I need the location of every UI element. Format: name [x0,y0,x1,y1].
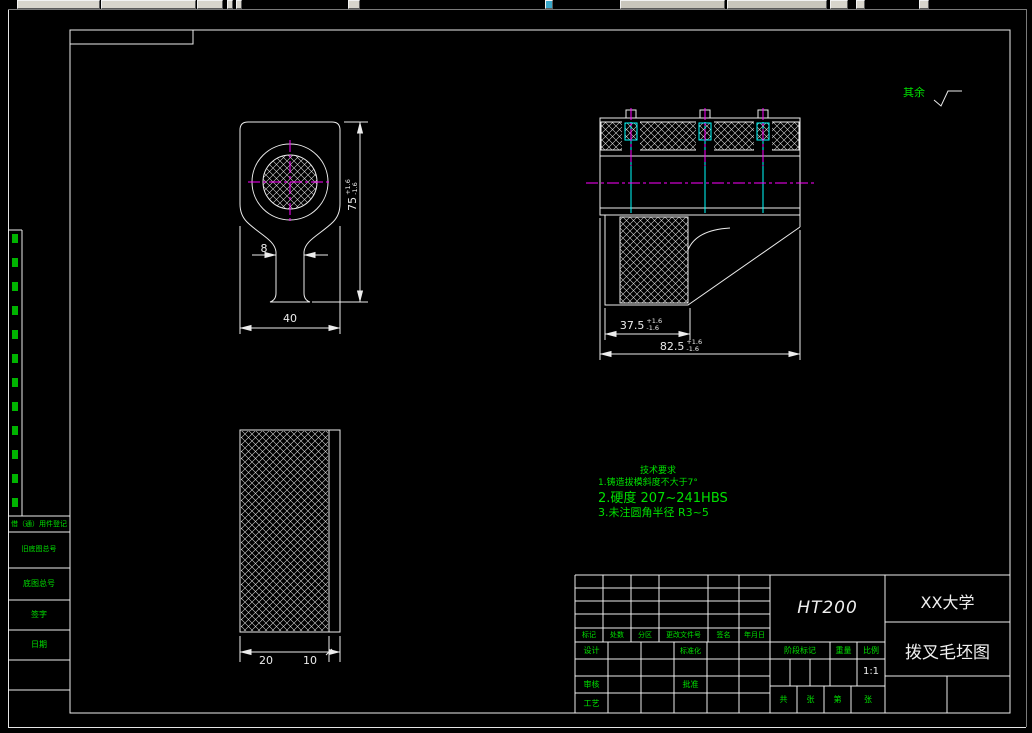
side-view-geometry [239,429,341,662]
dim-front-neck: 8 [256,243,272,254]
title-block-header-doc: 更改文件号 [666,631,701,639]
dim-value: 37.5 [619,318,645,332]
dim-value: 10 [303,654,317,667]
title-block-header-date: 年月日 [744,631,765,639]
window-border [8,9,1027,728]
title-block-role-approve: 批准 [682,680,699,689]
surface-note-label: 其余 [903,86,925,99]
drawing-geometry [8,9,1027,728]
title-block-sheet-total: 共 [779,695,788,704]
left-margin-grid [8,229,70,691]
left-margin-row-1: 借（通）用件登记 [11,520,67,528]
notes-line-3: 3.未注圆角半径 R3~5 [598,506,709,519]
title-block-weight-label: 重量 [835,646,852,655]
title-block-scale-label: 比例 [863,646,879,655]
title-block-role-standard: 标准化 [680,647,701,655]
title-block-header-mark: 标记 [582,631,596,639]
title-block-scale-value: 1:1 [862,666,880,677]
dim-tolerance: +1.6 -1.6 [344,179,359,195]
front-view-geometry [239,121,368,334]
title-block-stage-label: 阶段标记 [784,646,816,655]
left-margin-marks [12,234,18,507]
title-block-role-design: 设计 [583,646,600,655]
dim-side-right: 10 [296,655,324,666]
left-margin-row-4: 签字 [31,610,47,619]
title-block-sheet-unit2: 张 [864,695,872,704]
dim-front-height: 75 +1.6 -1.6 [344,172,359,218]
title-block-material: HT200 [797,598,858,618]
dim-value: 8 [260,242,268,255]
tol-minus: -1.6 [686,345,700,353]
dim-value: 82.5 [659,339,685,353]
left-margin-row-2: 旧底图总号 [21,545,57,553]
title-block-drawing-title: 拨叉毛坯图 [905,643,990,663]
dim-value: 75 [345,196,359,211]
title-block-sheet-no: 第 [833,695,842,704]
dim-section-inner: 37.5 +1.6 -1.6 [608,318,674,332]
surface-roughness-icon [933,90,962,107]
title-block-header-count: 处数 [610,631,624,639]
title-block-role-process: 工艺 [583,699,600,708]
tol-minus: -1.6 [646,324,660,332]
dim-value: 40 [283,312,297,325]
cad-drawing-canvas[interactable]: 其余 40 8 75 +1.6 -1.6 37.5 +1.6 -1.6 82.5… [0,0,1032,733]
dim-value: 20 [259,654,273,667]
left-margin-row-3: 底图总号 [23,579,55,588]
title-block-header-zone: 分区 [638,631,652,639]
dim-section-overall: 82.5 +1.6 -1.6 [648,339,714,353]
title-block-header-sign: 签名 [716,631,731,639]
title-block-organization: XX大学 [920,593,975,612]
dim-side-left: 20 [252,655,280,666]
title-block-sheet-unit1: 张 [806,695,815,704]
front-view-centerlines [248,140,332,224]
tol-minus: -1.6 [351,182,359,195]
left-margin-row-5: 日期 [31,640,47,649]
dim-tolerance: +1.6 -1.6 [686,339,702,353]
dim-front-width: 40 [276,313,304,324]
dim-tolerance: +1.6 -1.6 [646,318,662,332]
title-block-role-check: 审核 [583,680,600,689]
